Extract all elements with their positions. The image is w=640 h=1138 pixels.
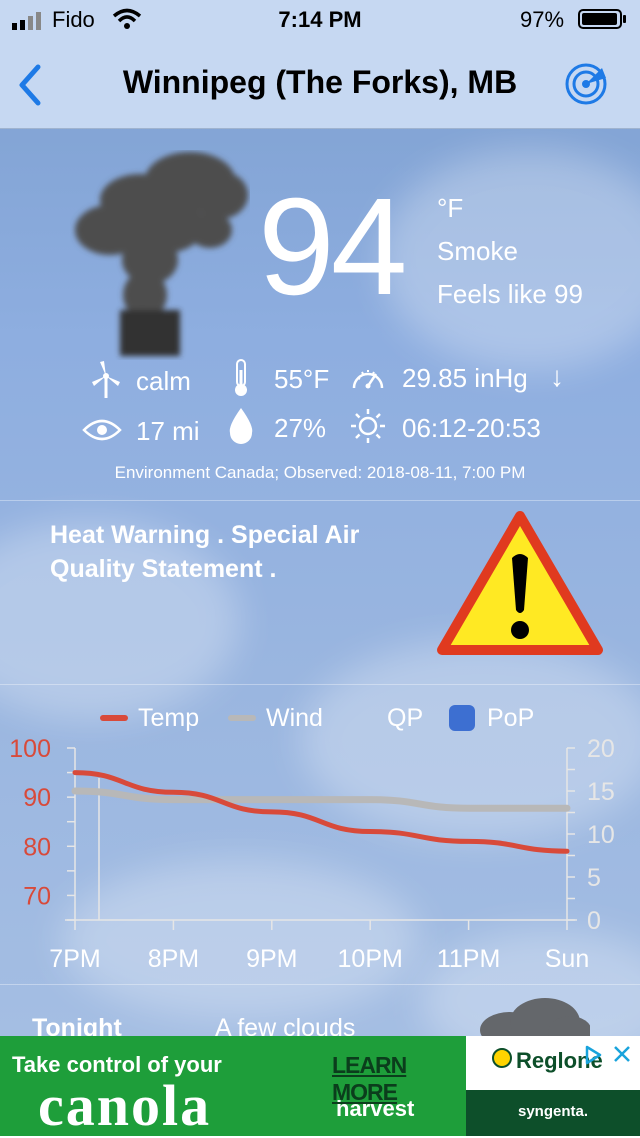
x-tick-label: 10PM <box>338 945 403 973</box>
barometer-icon <box>350 362 386 392</box>
ad-right-top[interactable]: Reglone <box>466 1036 640 1090</box>
visibility-value: 17 mi <box>136 416 200 447</box>
humidity-drop-icon <box>226 406 256 446</box>
radar-icon[interactable] <box>564 62 608 106</box>
ad-brand: canola <box>38 1076 211 1136</box>
battery-tip <box>623 15 626 23</box>
y-right-tick-label: 10 <box>587 821 615 849</box>
legend-wind-swatch <box>228 715 256 721</box>
ad-left-panel[interactable]: Take control of your canola harvest LEAR… <box>0 1036 466 1136</box>
reglone-logo-icon <box>492 1048 512 1068</box>
weather-warning-text[interactable]: Heat Warning . Special Air Quality State… <box>50 518 430 586</box>
legend-pop-label: PoP <box>487 704 534 733</box>
nav-bar: Winnipeg (The Forks), MB <box>0 40 640 129</box>
x-tick-label: Sun <box>545 945 589 973</box>
cloud-weather-icon <box>470 992 590 1042</box>
page-title: Winnipeg (The Forks), MB <box>60 64 580 101</box>
sun-times-value: 06:12-20:53 <box>402 413 541 444</box>
current-temperature: 94 <box>258 178 404 316</box>
humidity-value: 27% <box>274 413 326 444</box>
current-condition: Smoke <box>437 236 518 267</box>
y-left-tick-label: 80 <box>23 833 51 861</box>
chevron-left-icon[interactable] <box>14 63 44 107</box>
divider <box>0 500 640 501</box>
thermometer-icon <box>228 358 254 398</box>
series-line-wind <box>75 791 567 808</box>
y-left-tick-label: 70 <box>23 882 51 910</box>
series-line-temp <box>75 773 567 852</box>
wind-turbine-icon <box>88 360 124 400</box>
legend-qp-label: QP <box>387 704 423 733</box>
ad-company-name: syngenta. <box>466 1103 640 1120</box>
battery-icon <box>578 9 622 29</box>
eye-icon <box>82 418 122 442</box>
dewpoint-value: 55°F <box>274 364 329 395</box>
y-left-tick-label: 100 <box>9 735 51 763</box>
divider <box>0 984 640 985</box>
temperature-unit: °F <box>437 193 463 224</box>
divider <box>0 684 640 685</box>
y-right-tick-label: 15 <box>587 778 615 806</box>
x-tick-label: 9PM <box>246 945 297 973</box>
feels-like: Feels like 99 <box>437 279 583 310</box>
y-right-tick-label: 5 <box>587 864 601 892</box>
legend-wind-label: Wind <box>266 704 323 733</box>
close-icon[interactable] <box>612 1044 632 1064</box>
y-left-tick-label: 90 <box>23 784 51 812</box>
x-tick-label: 7PM <box>49 945 100 973</box>
status-bar: Fido 7:14 PM 97% <box>0 0 640 40</box>
wind-value: calm <box>136 366 191 397</box>
legend-temp-label: Temp <box>138 704 199 733</box>
ad-learn-more-button[interactable]: LEARN MORE <box>332 1052 466 1106</box>
y-right-tick-label: 20 <box>587 735 615 763</box>
pressure-value: 29.85 inHg <box>402 363 528 394</box>
y-right-tick-label: 0 <box>587 907 601 935</box>
smoke-weather-icon <box>70 150 250 360</box>
x-tick-label: 8PM <box>148 945 199 973</box>
x-tick-label: 11PM <box>437 945 500 973</box>
pressure-trend-icon: ↓ <box>550 361 564 393</box>
warning-triangle-icon[interactable] <box>436 510 604 658</box>
ad-right-bottom[interactable]: syngenta. <box>466 1090 640 1136</box>
ad-banner[interactable]: Take control of your canola harvest LEAR… <box>0 1036 640 1136</box>
sun-icon <box>350 408 386 444</box>
legend-pop-swatch <box>449 705 475 731</box>
legend-temp-swatch <box>100 715 128 721</box>
hourly-forecast-chart: 70 80 90 100 0 5 10 15 20 7PM 8PM 9PM 10PM 11PM Sun <box>0 730 640 980</box>
observation-source: Environment Canada; Observed: 2018-08-11… <box>0 463 640 483</box>
battery-percent: 97% <box>520 7 564 33</box>
adchoices-icon[interactable] <box>582 1044 604 1066</box>
